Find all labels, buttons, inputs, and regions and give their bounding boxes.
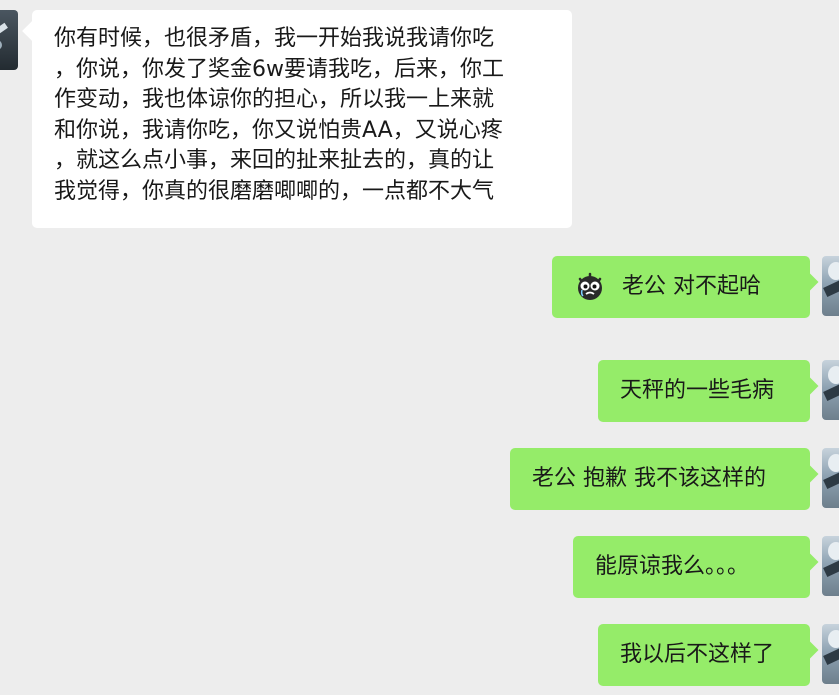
message-text: 老公 抱歉 我不该这样的 [532, 466, 766, 491]
own-avatar[interactable] [822, 448, 839, 508]
incoming-message-bubble[interactable]: 你有时候，也很矛盾，我一开始我说我请你吃 ，你说，你发了奖金6w要请我吃，后来，… [32, 10, 572, 228]
own-avatar[interactable] [822, 624, 839, 684]
message-line: 你有时候，也很矛盾，我一开始我说我请你吃 [54, 26, 495, 51]
outgoing-message-bubble[interactable]: 天秤的一些毛病 [598, 360, 810, 422]
outgoing-message-bubble[interactable]: 能原谅我么。。。 [573, 536, 810, 598]
message-text: 我以后不这样了 [620, 642, 775, 667]
own-avatar[interactable] [822, 256, 839, 316]
message-text: 天秤的一些毛病 [620, 378, 775, 403]
outgoing-message-bubble[interactable]: 老公 抱歉 我不该这样的 [510, 448, 810, 510]
message-text: 老公 对不起哈 [622, 274, 761, 299]
contact-avatar[interactable] [0, 10, 18, 70]
message-line: 我觉得，你真的很磨磨唧唧的，一点都不大气 [54, 178, 495, 204]
outgoing-message-bubble[interactable]: 老公 对不起哈 [552, 256, 810, 318]
message-line: 和你说，我请你吃，你又说怕贵AA，又说心疼 [54, 117, 503, 143]
outgoing-message-bubble[interactable]: 我以后不这样了 [598, 624, 810, 686]
message-text: 能原谅我么。。。 [595, 554, 750, 579]
own-avatar[interactable] [822, 360, 839, 420]
crying-face-emoji-icon [578, 272, 602, 300]
own-avatar[interactable] [822, 536, 839, 596]
message-line: ，你说，你发了奖金6w要请我吃，后来，你工 [54, 56, 504, 82]
message-line: ，就这么点小事，来回的扯来扯去的，真的让 [54, 148, 495, 173]
message-line: 作变动，我也体谅你的担心，所以我一上来就 [54, 87, 495, 112]
